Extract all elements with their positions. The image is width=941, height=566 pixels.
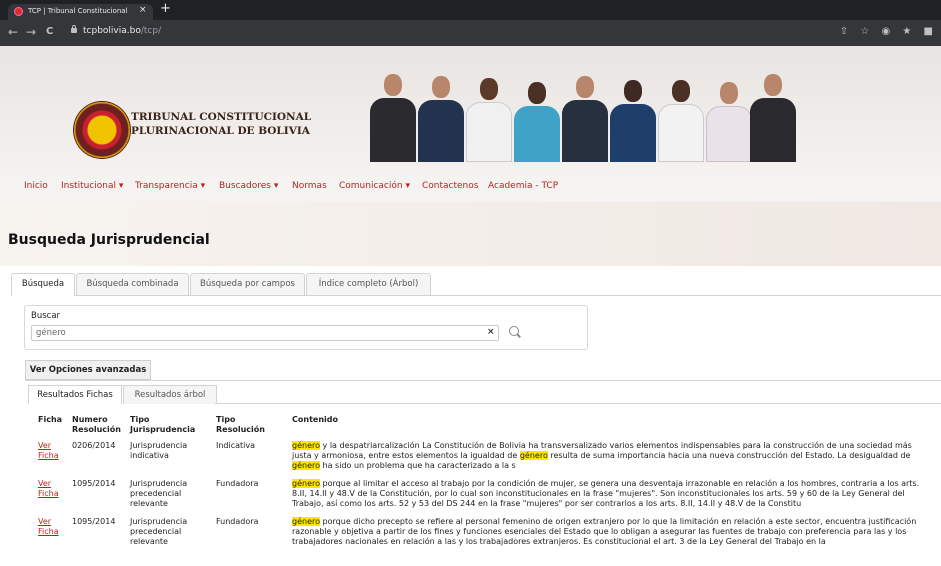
coat-of-arms-logo[interactable] — [74, 102, 130, 158]
site-header: TRIBUNAL CONSTITUCIONAL PLURINACIONAL DE… — [0, 46, 941, 171]
tab-resultados-arbol[interactable]: Resultados árbol — [123, 385, 217, 404]
table-header-row: Ficha Numero Resolución Tipo Jurispruden… — [35, 415, 931, 439]
search-tabs: Búsqueda Búsqueda combinada Búsqueda por… — [11, 273, 941, 296]
cell-tipo-resolucion: Fundadora — [216, 517, 259, 526]
magistrate-figure — [466, 78, 512, 162]
table-row: Ver Ficha 1095/2014 Jurisprudencia prece… — [35, 477, 931, 515]
search-label: Buscar — [31, 311, 61, 321]
results-panel: Resultados Fichas Resultados árbol Ficha… — [25, 380, 941, 566]
reload-icon[interactable]: C — [46, 26, 53, 37]
extension-icon[interactable]: ◉ — [881, 26, 890, 37]
content-text: porque dicho precepto se refiere al pers… — [292, 517, 917, 546]
nav-item-normas[interactable]: Normas — [292, 181, 327, 191]
cell-numero: 1095/2014 — [72, 517, 116, 526]
magistrate-figure — [750, 74, 796, 162]
site-name[interactable]: TRIBUNAL CONSTITUCIONAL PLURINACIONAL DE… — [131, 110, 311, 138]
toolbar-icons: ⇧ ☆ ◉ ★ ■ — [831, 26, 933, 37]
cell-tipo-resolucion: Indicativa — [216, 441, 256, 450]
magistrate-figure — [706, 82, 752, 162]
puzzle-icon[interactable]: ★ — [902, 26, 911, 37]
url-text: tcpbolivia.bo/tcp/ — [83, 26, 162, 36]
nav-item-academia[interactable]: Academia - TCP — [488, 181, 558, 191]
tabs-divider — [215, 403, 941, 404]
highlight-term: género — [292, 479, 320, 488]
clear-search-icon[interactable]: × — [487, 327, 495, 337]
highlight-term: género — [519, 451, 548, 460]
nav-item-institucional[interactable]: Institucional ▾ — [61, 181, 123, 191]
advanced-options-button[interactable]: Ver Opciones avanzadas — [25, 360, 151, 380]
cell-tipo-jurisprudencia: Jurisprudencia indicativa — [130, 441, 188, 460]
cell-tipo-jurisprudencia: Jurisprudencia precedencial relevante — [130, 517, 188, 546]
browser-tab[interactable]: TCP | Tribunal Constitucional P × — [8, 4, 153, 20]
search-panel: Buscar género × — [24, 305, 588, 350]
cell-contenido: género porque al limitar el acceso al tr… — [289, 477, 931, 515]
cell-tipo-resolucion: Fundadora — [216, 479, 259, 488]
page-title: Busqueda Jurisprudencial — [8, 232, 210, 248]
cell-tipo-jurisprudencia: Jurisprudencia precedencial relevante — [130, 479, 188, 508]
results-table: Ficha Numero Resolución Tipo Jurispruden… — [35, 415, 931, 553]
forward-arrow-icon[interactable]: → — [26, 25, 36, 39]
site-name-line1: TRIBUNAL CONSTITUCIONAL — [131, 111, 312, 123]
site-favicon-icon — [14, 7, 23, 16]
magistrate-figure — [418, 76, 464, 162]
nav-item-inicio[interactable]: Inicio — [24, 181, 48, 191]
highlight-term: género — [292, 441, 320, 450]
share-icon[interactable]: ⇧ — [840, 26, 848, 37]
col-header-ficha: Ficha — [38, 415, 63, 424]
ver-ficha-link[interactable]: Ver Ficha — [38, 479, 59, 498]
content-text: resulta de suma importancia hacia una nu… — [547, 451, 911, 460]
cell-numero: 0206/2014 — [72, 441, 116, 450]
tab-busqueda-combinada[interactable]: Búsqueda combinada — [76, 273, 189, 295]
col-header-tipo-jurisprudencia: Tipo Jurisprudencia — [130, 415, 196, 434]
col-header-contenido: Contenido — [292, 415, 338, 424]
magistrate-figure — [658, 80, 704, 162]
ver-ficha-link[interactable]: Ver Ficha — [38, 517, 59, 536]
magistrate-figure — [514, 82, 560, 162]
content-text: ha sido un problema que ha caracterizado… — [320, 461, 516, 470]
address-bar[interactable]: tcpbolivia.bo/tcp/ — [69, 24, 669, 42]
sidebar-icon[interactable]: ■ — [924, 26, 933, 37]
browser-tab-title: TCP | Tribunal Constitucional P — [28, 7, 130, 15]
browser-toolbar: ← → C tcpbolivia.bo/tcp/ ⇧ ☆ ◉ ★ ■ — [0, 20, 941, 46]
highlight-term: género — [292, 517, 320, 526]
col-header-numero: Numero Resolución — [72, 415, 121, 434]
cell-numero: 1095/2014 — [72, 479, 116, 488]
nav-item-comunicacion[interactable]: Comunicación ▾ — [339, 181, 410, 191]
cell-contenido: género y la despatriarcalización La Cons… — [289, 439, 931, 477]
nav-item-buscadores[interactable]: Buscadores ▾ — [219, 181, 278, 191]
tab-busqueda-por-campos[interactable]: Búsqueda por campos — [190, 273, 305, 295]
col-header-tipo-resolucion: Tipo Resolución — [216, 415, 265, 434]
nav-item-transparencia[interactable]: Transparencia ▾ — [135, 181, 205, 191]
cell-contenido: género porque dicho precepto se refiere … — [289, 515, 931, 553]
ver-ficha-link[interactable]: Ver Ficha — [38, 441, 59, 460]
new-tab-icon[interactable]: + — [160, 1, 171, 17]
site-name-line2: PLURINACIONAL DE BOLIVIA — [131, 125, 310, 137]
magistrate-figure — [370, 74, 416, 162]
table-row: Ver Ficha 0206/2014 Jurisprudencia indic… — [35, 439, 931, 477]
table-row: Ver Ficha 1095/2014 Jurisprudencia prece… — [35, 515, 931, 553]
back-arrow-icon[interactable]: ← — [8, 25, 18, 39]
tab-busqueda[interactable]: Búsqueda — [11, 273, 75, 296]
content-text: porque al limitar el acceso al trabajo p… — [292, 479, 920, 508]
bookmark-star-icon[interactable]: ☆ — [860, 26, 869, 37]
site-nav-bar: Inicio Institucional ▾ Transparencia ▾ B… — [0, 170, 941, 203]
magistrate-figure — [610, 80, 656, 162]
search-icon[interactable] — [509, 326, 519, 336]
magistrates-photo — [370, 70, 796, 162]
nav-item-contactenos[interactable]: Contactenos — [422, 181, 478, 191]
close-tab-icon[interactable]: × — [139, 5, 147, 15]
browser-tab-strip: TCP | Tribunal Constitucional P × + — [0, 0, 941, 20]
search-input[interactable]: género — [31, 325, 499, 341]
highlight-term: género — [292, 461, 320, 470]
tab-indice-completo[interactable]: Índice completo (Árbol) — [306, 273, 431, 295]
magistrate-figure — [562, 76, 608, 162]
tab-resultados-fichas[interactable]: Resultados Fichas — [28, 385, 122, 404]
lock-icon — [71, 25, 77, 33]
